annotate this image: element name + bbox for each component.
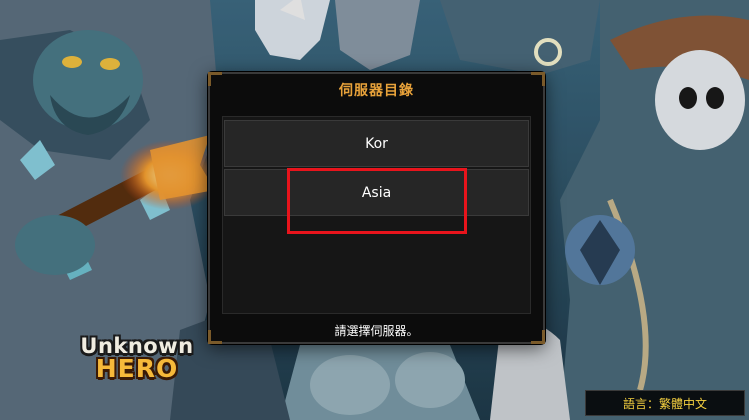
dialog-instruction: 請選擇伺服器。 [334, 324, 419, 338]
server-option-kor[interactable]: Kor [224, 120, 529, 167]
server-label: Kor [365, 135, 388, 152]
language-label: 語言：繁體中文 [622, 396, 707, 411]
dialog-title: 伺服器目錄 [339, 83, 414, 99]
selection-highlight-box [287, 168, 467, 234]
game-logo: Unknown HERO [62, 334, 212, 383]
language-button[interactable]: 語言：繁體中文 [585, 390, 745, 416]
logo-title-hero: HERO [95, 354, 179, 383]
